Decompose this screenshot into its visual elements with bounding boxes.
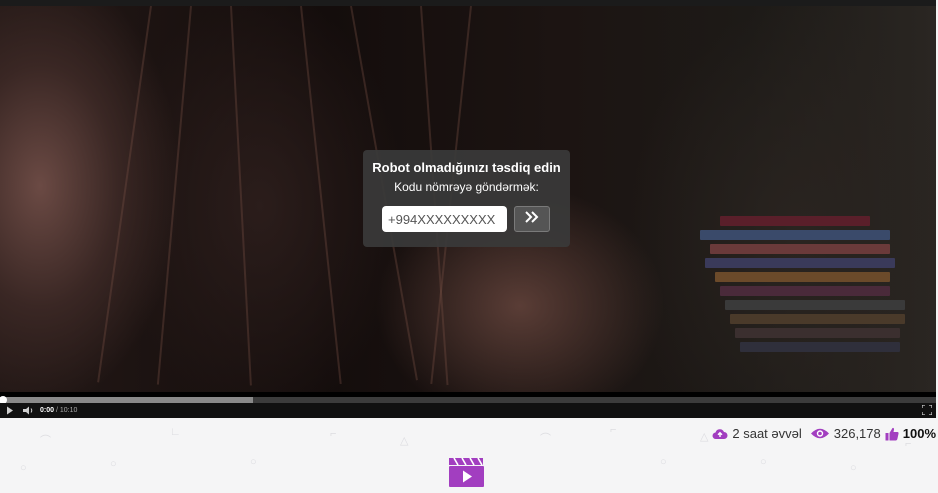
site-logo-icon[interactable] — [448, 456, 485, 488]
modal-title: Robot olmadığınızı təsdiq edin — [372, 160, 561, 175]
current-time: 0:00 — [40, 407, 55, 414]
video-stats: 2 saat əvvəl 326,178 100% — [712, 426, 936, 441]
submit-button[interactable] — [514, 206, 550, 232]
double-chevron-right-icon — [524, 210, 540, 229]
upload-cloud-icon — [712, 427, 728, 440]
play-icon[interactable] — [6, 406, 14, 415]
volume-icon[interactable] — [23, 406, 34, 415]
view-count: 326,178 — [833, 426, 881, 441]
upload-time: 2 saat əvvəl — [732, 426, 802, 441]
fullscreen-icon[interactable] — [922, 405, 932, 415]
video-player[interactable]: Robot olmadığınızı təsdiq edin Kodu nömr… — [0, 0, 936, 418]
page: ⌒ ○ ∟ ○ ⌐ △ ⌒ ⌐ ○ △ ○ ○ ○ ⌐ Robot olmadı… — [0, 0, 938, 493]
rating-percent: 100% — [902, 426, 936, 441]
control-bar: 0:00 / 10:10 — [0, 403, 936, 418]
modal-subtitle: Kodu nömrəyə göndərmək: — [394, 180, 539, 194]
time-display: 0:00 / 10:10 — [40, 407, 77, 414]
eye-icon — [810, 427, 830, 440]
verification-modal: Robot olmadığınızı təsdiq edin Kodu nömr… — [363, 150, 570, 247]
thumbs-up-icon — [885, 427, 899, 441]
duration: 10:10 — [59, 407, 78, 414]
background-books — [690, 216, 910, 366]
phone-input[interactable] — [382, 206, 507, 232]
